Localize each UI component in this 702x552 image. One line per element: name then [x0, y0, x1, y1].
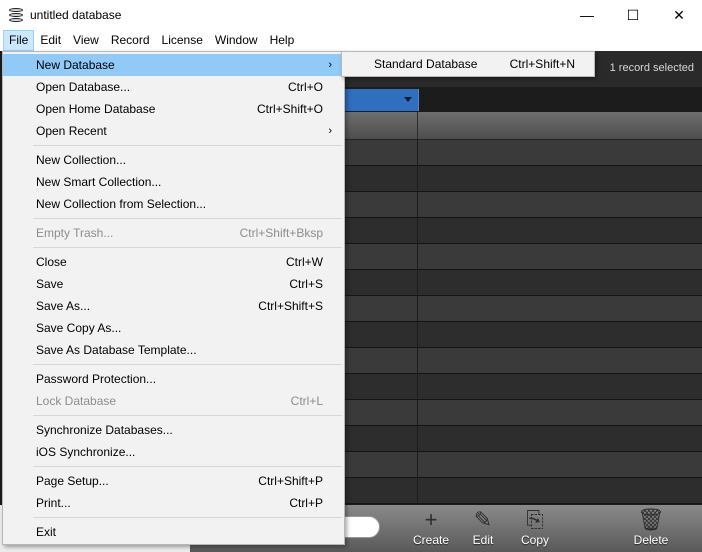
- table-row[interactable]: [345, 348, 702, 374]
- copy-button[interactable]: ⎘ Copy: [510, 507, 560, 551]
- menu-license[interactable]: License: [156, 30, 209, 51]
- file-menu-dropdown: New Database › Open Database... Ctrl+O O…: [2, 51, 345, 545]
- menu-item-print[interactable]: Print... Ctrl+P: [3, 492, 344, 514]
- plus-icon: +: [424, 507, 438, 532]
- delete-button[interactable]: 🗑 Delete: [626, 507, 676, 551]
- pencil-icon: ✎: [473, 507, 493, 532]
- menu-window[interactable]: Window: [209, 30, 264, 51]
- menu-bar: File Edit View Record License Window Hel…: [0, 30, 702, 51]
- table-row[interactable]: [345, 270, 702, 296]
- table-row[interactable]: [345, 296, 702, 322]
- menu-item-empty-trash: Empty Trash... Ctrl+Shift+Bksp: [36, 226, 323, 240]
- menu-item-open-recent[interactable]: Open Recent ›: [3, 120, 344, 142]
- table-row[interactable]: [345, 478, 702, 504]
- minimize-button[interactable]: —: [564, 0, 610, 30]
- window-controls: — ☐ ✕: [564, 0, 702, 30]
- menu-item-new-collection-from-selection[interactable]: New Collection from Selection...: [3, 193, 344, 215]
- new-database-submenu: Standard Database Ctrl+Shift+N: [341, 51, 595, 77]
- menu-separator: [3, 244, 344, 251]
- menu-item-exit[interactable]: Exit: [3, 521, 344, 543]
- table-row[interactable]: [345, 452, 702, 478]
- table-row[interactable]: [345, 244, 702, 270]
- menu-item-synchronize-databases[interactable]: Synchronize Databases...: [3, 419, 344, 441]
- menu-record[interactable]: Record: [105, 30, 156, 51]
- table-row[interactable]: [345, 322, 702, 348]
- table-row[interactable]: [345, 426, 702, 452]
- chevron-right-icon: ›: [328, 59, 332, 71]
- create-button[interactable]: + Create: [406, 507, 456, 551]
- close-button[interactable]: ✕: [656, 0, 702, 30]
- table-row[interactable]: [345, 218, 702, 244]
- maximize-button[interactable]: ☐: [610, 0, 656, 30]
- menu-item-save-copy-as[interactable]: Save Copy As...: [3, 317, 344, 339]
- app-icon: [8, 7, 24, 23]
- menu-item-standard-database[interactable]: Standard Database Ctrl+Shift+N: [342, 52, 594, 76]
- table-row[interactable]: [345, 400, 702, 426]
- table-row[interactable]: [345, 140, 702, 166]
- menu-file[interactable]: File: [3, 30, 35, 51]
- trash-icon: 🗑: [637, 507, 665, 532]
- records-table: [345, 140, 702, 505]
- menu-view[interactable]: View: [67, 30, 105, 51]
- menu-item-close[interactable]: Close Ctrl+W: [3, 251, 344, 273]
- menu-item-new-smart-collection[interactable]: New Smart Collection...: [3, 171, 344, 193]
- menu-item-open-home-database[interactable]: Open Home Database Ctrl+Shift+O: [3, 98, 344, 120]
- menu-separator: [3, 463, 344, 470]
- menu-item-password-protection[interactable]: Password Protection...: [3, 368, 344, 390]
- menu-separator: [3, 215, 344, 222]
- menu-separator: [3, 361, 344, 368]
- column-dropdown[interactable]: [345, 89, 419, 111]
- menu-help[interactable]: Help: [264, 30, 301, 51]
- menu-item-save-as[interactable]: Save As... Ctrl+Shift+S: [3, 295, 344, 317]
- menu-item-save-as-template[interactable]: Save As Database Template...: [3, 339, 344, 361]
- chevron-right-icon: ›: [328, 125, 332, 137]
- menu-item-page-setup[interactable]: Page Setup... Ctrl+Shift+P: [3, 470, 344, 492]
- menu-item-open-database[interactable]: Open Database... Ctrl+O: [3, 76, 344, 98]
- menu-item-new-database[interactable]: New Database ›: [3, 54, 344, 76]
- table-row[interactable]: [345, 166, 702, 192]
- column-header: [345, 112, 702, 140]
- window-title: untitled database: [30, 8, 122, 22]
- copy-icon: ⎘: [526, 507, 544, 532]
- menu-item-lock-database: Lock Database Ctrl+L: [36, 394, 323, 408]
- edit-button[interactable]: ✎ Edit: [458, 507, 508, 551]
- menu-separator: [3, 514, 344, 521]
- menu-item-new-collection[interactable]: New Collection...: [3, 149, 344, 171]
- chevron-down-icon: [404, 97, 412, 102]
- menu-item-ios-synchronize[interactable]: iOS Synchronize...: [3, 441, 344, 463]
- menu-separator: [3, 412, 344, 419]
- table-row[interactable]: [345, 192, 702, 218]
- table-row[interactable]: [345, 374, 702, 400]
- menu-item-save[interactable]: Save Ctrl+S: [3, 273, 344, 295]
- record-status: 1 record selected: [609, 62, 694, 74]
- title-bar: untitled database — ☐ ✕: [0, 0, 702, 30]
- menu-separator: [3, 142, 344, 149]
- menu-edit[interactable]: Edit: [34, 30, 67, 51]
